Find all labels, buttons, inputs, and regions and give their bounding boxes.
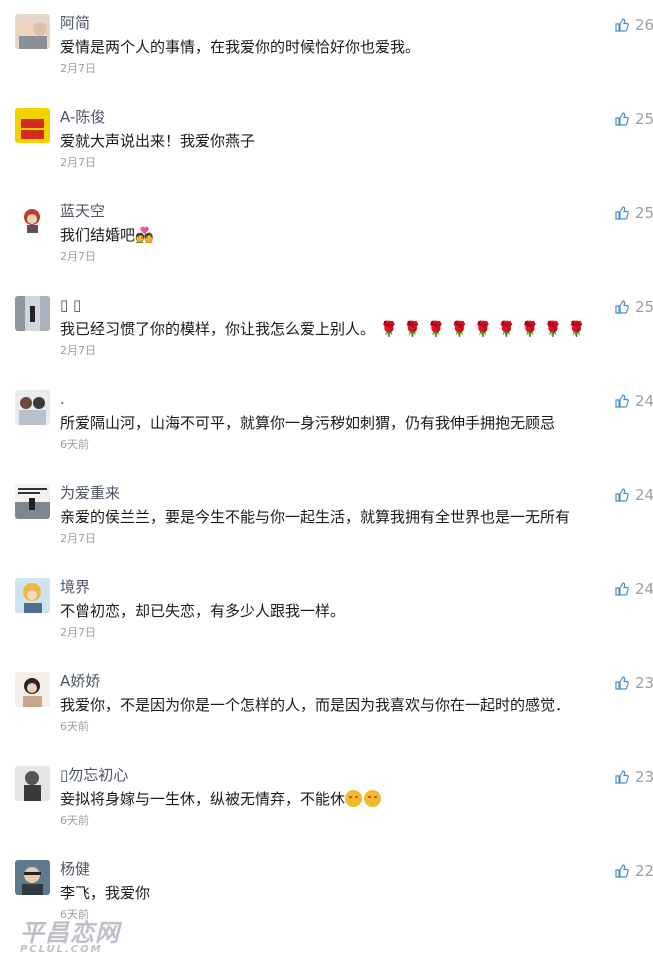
comment-item: 蓝天空 我们结婚吧💑 2月7日 25 bbox=[0, 202, 653, 296]
comment-item: 为爱重来 亲爱的侯兰兰，要是今生不能与你一起生活，就算我拥有全世界也是一无所有 … bbox=[0, 484, 653, 578]
comment-text: 不曾初恋，却已失恋，有多少人跟我一样。 bbox=[60, 602, 346, 620]
username[interactable]: 阿简 bbox=[60, 14, 90, 32]
comment-text: 妾拟将身嫁与一生休，纵被无情弃，不能休 bbox=[60, 789, 383, 809]
comment-time: 2月7日 bbox=[60, 62, 96, 75]
like-count: 23 bbox=[635, 768, 653, 786]
comment-item: ▯勿忘初心 妾拟将身嫁与一生休，纵被无情弃，不能休 6天前 23 bbox=[0, 766, 653, 860]
thumbs-up-icon bbox=[615, 18, 629, 32]
blush-emoji-icon bbox=[345, 790, 363, 807]
thumbs-up-icon bbox=[615, 864, 629, 878]
comment-time: 2月7日 bbox=[60, 532, 96, 545]
like-count: 25 bbox=[635, 298, 653, 316]
thumbs-up-icon bbox=[615, 394, 629, 408]
avatar[interactable] bbox=[15, 766, 50, 801]
avatar[interactable] bbox=[15, 860, 50, 895]
comment-time: 2月7日 bbox=[60, 344, 96, 357]
comment-time: 2月7日 bbox=[60, 250, 96, 263]
avatar[interactable] bbox=[15, 672, 50, 707]
like-button[interactable]: 24 bbox=[615, 392, 653, 410]
comment-time: 2月7日 bbox=[60, 156, 96, 169]
rose-emojis: 🌹 🌹 🌹 🌹 🌹 🌹 🌹 🌹 🌹 bbox=[379, 320, 587, 338]
like-button[interactable]: 22 bbox=[615, 862, 653, 880]
thumbs-up-icon bbox=[615, 112, 629, 126]
comment-time: 2月7日 bbox=[60, 626, 96, 639]
comment-item: 阿简 爱情是两个人的事情，在我爱你的时候恰好你也爱我。 2月7日 26 bbox=[0, 14, 653, 108]
comment-item: A娇娇 我爱你，不是因为你是一个怎样的人，而是因为我喜欢与你在一起时的感觉． 6… bbox=[0, 672, 653, 766]
thumbs-up-icon bbox=[615, 770, 629, 784]
username[interactable]: A-陈俊 bbox=[60, 108, 105, 126]
like-button[interactable]: 26 bbox=[615, 16, 653, 34]
like-button[interactable]: 25 bbox=[615, 204, 653, 222]
comment-text: 我爱你，不是因为你是一个怎样的人，而是因为我喜欢与你在一起时的感觉． bbox=[60, 696, 571, 714]
like-count: 25 bbox=[635, 204, 653, 222]
username[interactable]: 为爱重来 bbox=[60, 484, 120, 502]
avatar[interactable] bbox=[15, 108, 50, 143]
thumbs-up-icon bbox=[615, 206, 629, 220]
like-count: 24 bbox=[635, 580, 653, 598]
comment-text-body: 妾拟将身嫁与一生休，纵被无情弃，不能休 bbox=[60, 790, 346, 808]
like-count: 24 bbox=[635, 486, 653, 504]
thumbs-up-icon bbox=[615, 582, 629, 596]
comment-item: ▯ ▯ 我已经习惯了你的模样，你让我怎么爱上别人。 🌹 🌹 🌹 🌹 🌹 🌹 🌹 … bbox=[0, 296, 653, 390]
like-button[interactable]: 24 bbox=[615, 486, 653, 504]
watermark-main: 平昌恋网 bbox=[20, 918, 120, 947]
like-count: 26 bbox=[635, 16, 653, 34]
comment-text: 我已经习惯了你的模样，你让我怎么爱上别人。 🌹 🌹 🌹 🌹 🌹 🌹 🌹 🌹 🌹 bbox=[60, 319, 586, 339]
comment-item: 境界 不曾初恋，却已失恋，有多少人跟我一样。 2月7日 24 bbox=[0, 578, 653, 672]
avatar[interactable] bbox=[15, 484, 50, 519]
avatar[interactable] bbox=[15, 14, 50, 49]
like-button[interactable]: 25 bbox=[615, 298, 653, 316]
username[interactable]: ▯勿忘初心 bbox=[60, 766, 128, 784]
username[interactable]: ▯ ▯ bbox=[60, 296, 81, 314]
avatar[interactable] bbox=[15, 296, 50, 331]
like-button[interactable]: 23 bbox=[615, 768, 653, 786]
avatar[interactable] bbox=[15, 578, 50, 613]
like-button[interactable]: 25 bbox=[615, 110, 653, 128]
thumbs-up-icon bbox=[615, 676, 629, 690]
comment-time: 6天前 bbox=[60, 438, 89, 451]
comment-text-body: 我已经习惯了你的模样，你让我怎么爱上别人。 bbox=[60, 320, 376, 338]
like-count: 22 bbox=[635, 862, 653, 880]
comment-text: 爱情是两个人的事情，在我爱你的时候恰好你也爱我。 bbox=[60, 38, 421, 56]
thumbs-up-icon bbox=[615, 300, 629, 314]
comment-time: 6天前 bbox=[60, 720, 89, 733]
comment-item: A-陈俊 爱就大声说出来！我爱你燕子 2月7日 25 bbox=[0, 108, 653, 202]
comment-text: 所爱隔山河，山海不可平，就算你一身污秽如刺猬，仍有我伸手拥抱无顾忌 bbox=[60, 414, 556, 432]
like-count: 24 bbox=[635, 392, 653, 410]
comment-text: 李飞，我爱你 bbox=[60, 884, 151, 902]
username[interactable]: 境界 bbox=[60, 578, 90, 596]
comment-text: 我们结婚吧💑 bbox=[60, 226, 154, 244]
site-watermark: 平昌恋网 PCLUL.COM bbox=[20, 913, 120, 955]
thumbs-up-icon bbox=[615, 488, 629, 502]
comment-text: 爱就大声说出来！我爱你燕子 bbox=[60, 132, 256, 150]
like-button[interactable]: 24 bbox=[615, 580, 653, 598]
avatar[interactable] bbox=[15, 390, 50, 425]
avatar[interactable] bbox=[15, 202, 50, 237]
blush-emoji-icon bbox=[364, 790, 382, 807]
username[interactable]: 蓝天空 bbox=[60, 202, 105, 220]
username[interactable]: 杨健 bbox=[60, 860, 90, 878]
like-count: 23 bbox=[635, 674, 653, 692]
comment-text: 亲爱的侯兰兰，要是今生不能与你一起生活，就算我拥有全世界也是一无所有 bbox=[60, 508, 571, 526]
comment-time: 6天前 bbox=[60, 814, 89, 827]
like-count: 25 bbox=[635, 110, 653, 128]
username[interactable]: A娇娇 bbox=[60, 672, 100, 690]
comment-item: . 所爱隔山河，山海不可平，就算你一身污秽如刺猬，仍有我伸手拥抱无顾忌 6天前 … bbox=[0, 390, 653, 484]
like-button[interactable]: 23 bbox=[615, 674, 653, 692]
username[interactable]: . bbox=[60, 390, 65, 408]
